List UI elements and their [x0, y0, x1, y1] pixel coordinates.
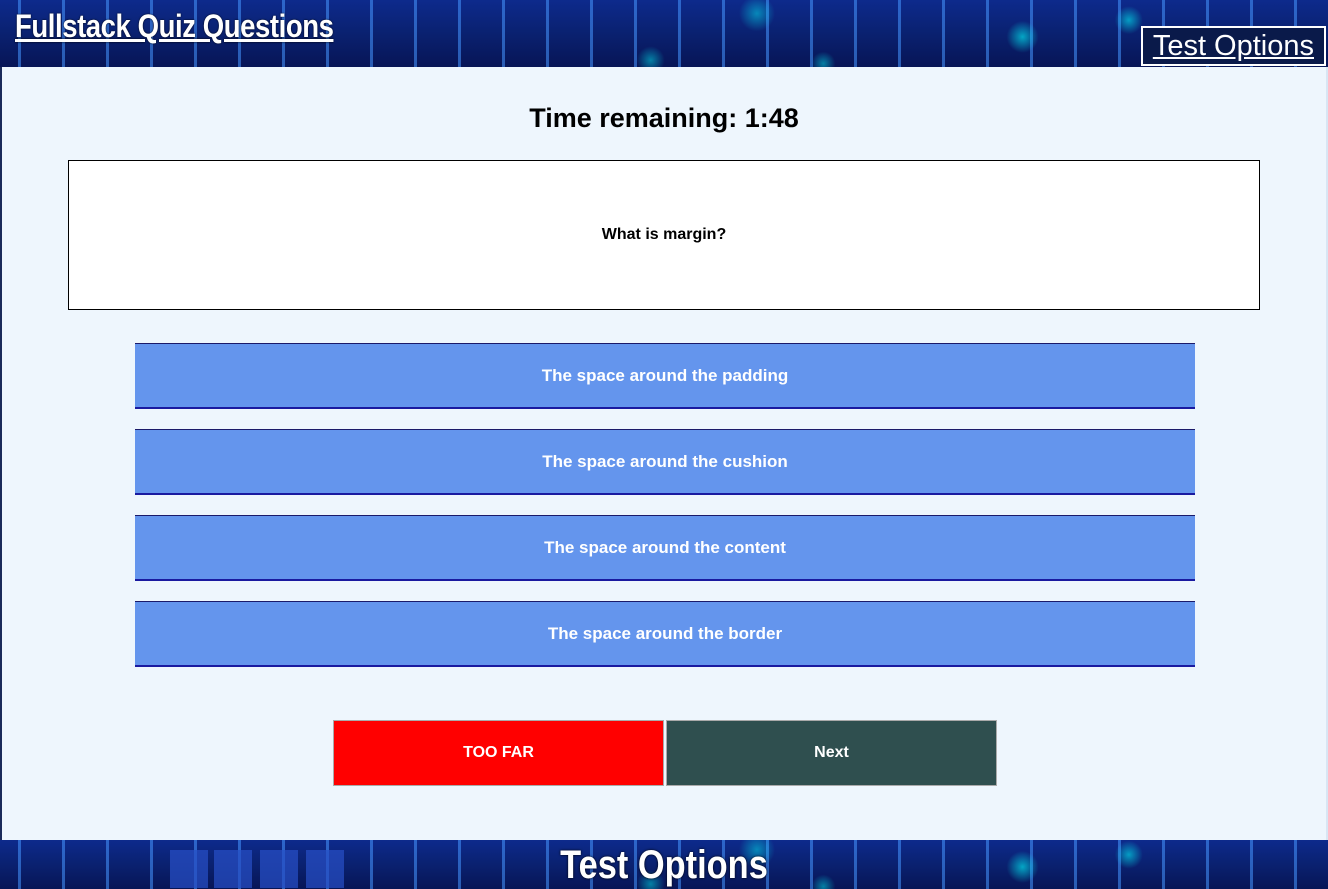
test-options-link[interactable]: Test Options [1140, 26, 1326, 66]
too-far-button[interactable]: TOO FAR [333, 720, 664, 786]
quiz-panel: Time remaining: 1:48 What is margin? The… [0, 67, 1328, 840]
answer-button[interactable]: The space around the border [135, 601, 1195, 667]
footer-banner: Test Options [0, 840, 1328, 889]
site-title-link[interactable]: Fullstack Quiz Questions [15, 8, 334, 45]
next-button[interactable]: Next [666, 720, 997, 786]
header-banner: Fullstack Quiz Questions Test Options [0, 0, 1328, 67]
answer-button[interactable]: The space around the cushion [135, 429, 1195, 495]
answer-list: The space around the padding The space a… [135, 343, 1195, 687]
answer-button[interactable]: The space around the padding [135, 343, 1195, 409]
time-remaining: Time remaining: 1:48 [529, 103, 799, 133]
quiz-controls: TOO FAR Next [333, 720, 997, 786]
answer-button[interactable]: The space around the content [135, 515, 1195, 581]
question-text: What is margin? [601, 226, 727, 243]
footer-title: Test Options [560, 843, 768, 887]
question-box: What is margin? [68, 160, 1260, 310]
